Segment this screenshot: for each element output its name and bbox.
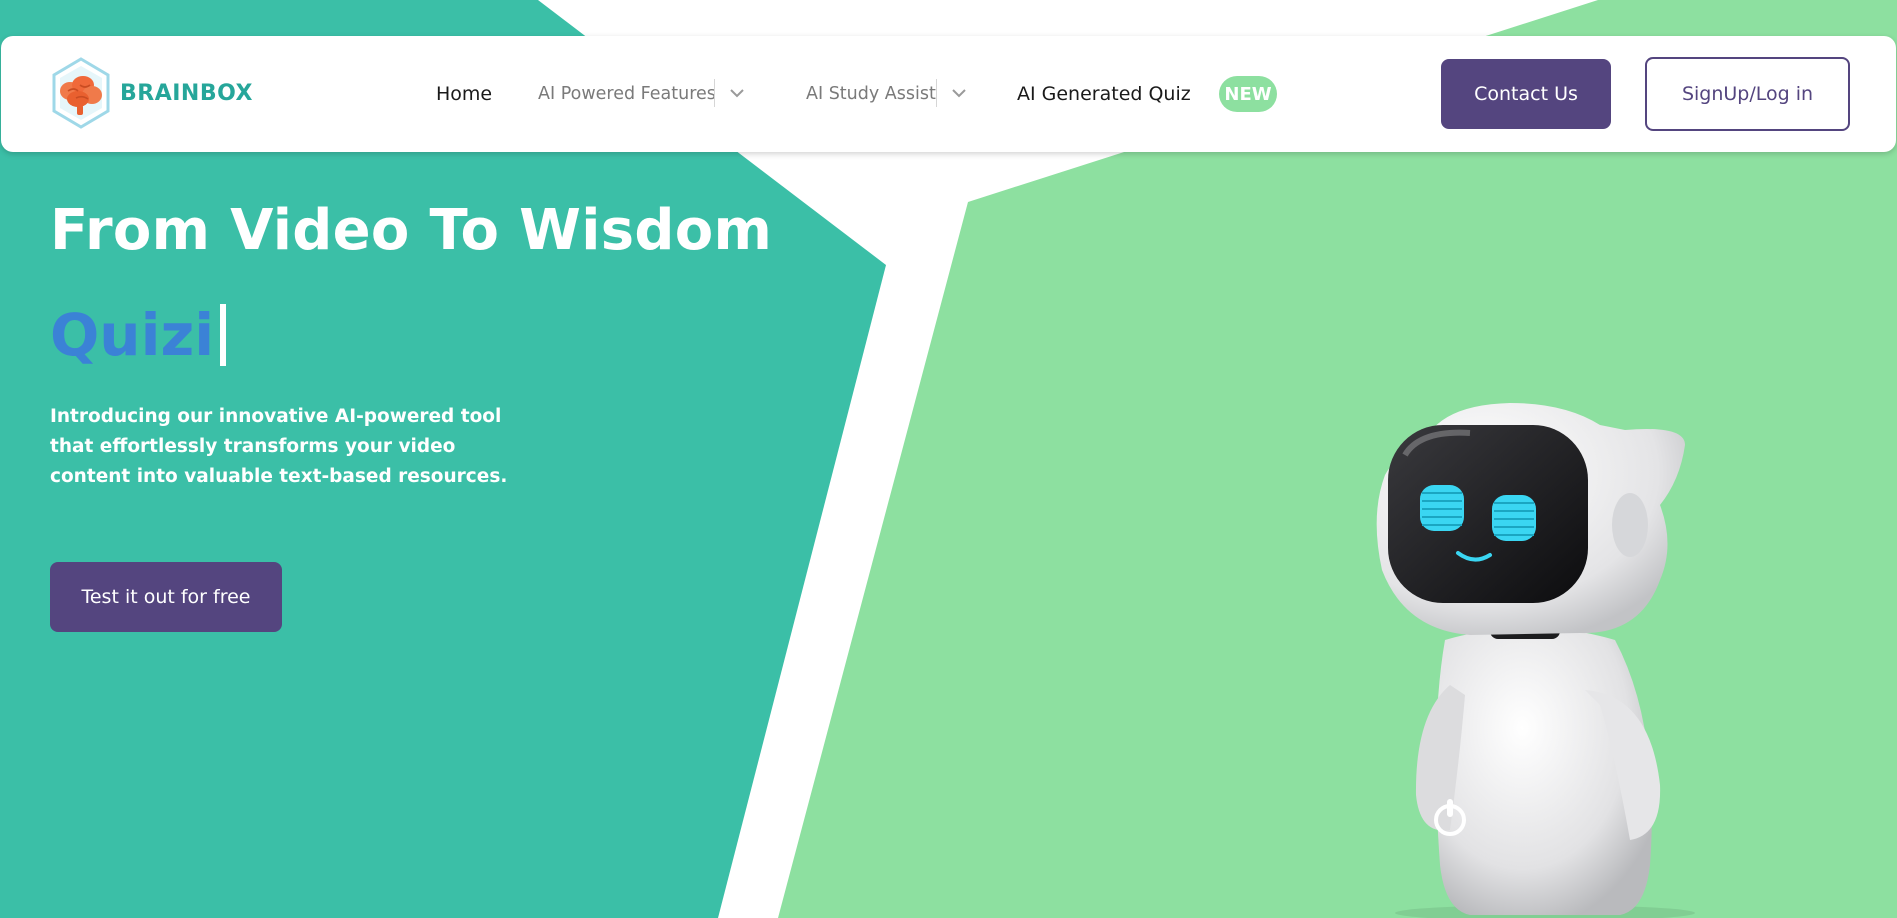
contact-us-button[interactable]: Contact Us — [1441, 59, 1611, 129]
nav-divider — [714, 79, 715, 107]
robot-illustration — [1376, 403, 1695, 918]
hero-typed-text-container: Quizi — [50, 300, 227, 370]
hero-typed-text: Quizi — [50, 301, 215, 369]
nav-ai-powered-features[interactable]: AI Powered Features — [538, 36, 716, 152]
brain-hexagon-icon — [52, 57, 110, 129]
chevron-down-icon[interactable] — [949, 83, 969, 103]
typing-caret — [220, 304, 227, 366]
nav-divider — [936, 79, 937, 107]
signup-login-button[interactable]: SignUp/Log in — [1645, 57, 1850, 131]
top-navbar: BRAINBOX Home AI Powered Features AI Stu… — [1, 36, 1896, 152]
new-badge: NEW — [1219, 76, 1277, 112]
brand-logo[interactable]: BRAINBOX — [50, 55, 265, 131]
hero-description: Introducing our innovative AI-powered to… — [50, 406, 508, 487]
chevron-down-icon[interactable] — [727, 83, 747, 103]
hero-title: From Video To Wisdom — [50, 198, 773, 263]
brand-name: BRAINBOX — [120, 80, 253, 106]
nav-ai-generated-quiz[interactable]: AI Generated Quiz — [1017, 36, 1191, 152]
nav-home[interactable]: Home — [436, 36, 492, 152]
nav-ai-study-assist[interactable]: AI Study Assist — [806, 36, 936, 152]
test-free-button[interactable]: Test it out for free — [50, 562, 282, 632]
